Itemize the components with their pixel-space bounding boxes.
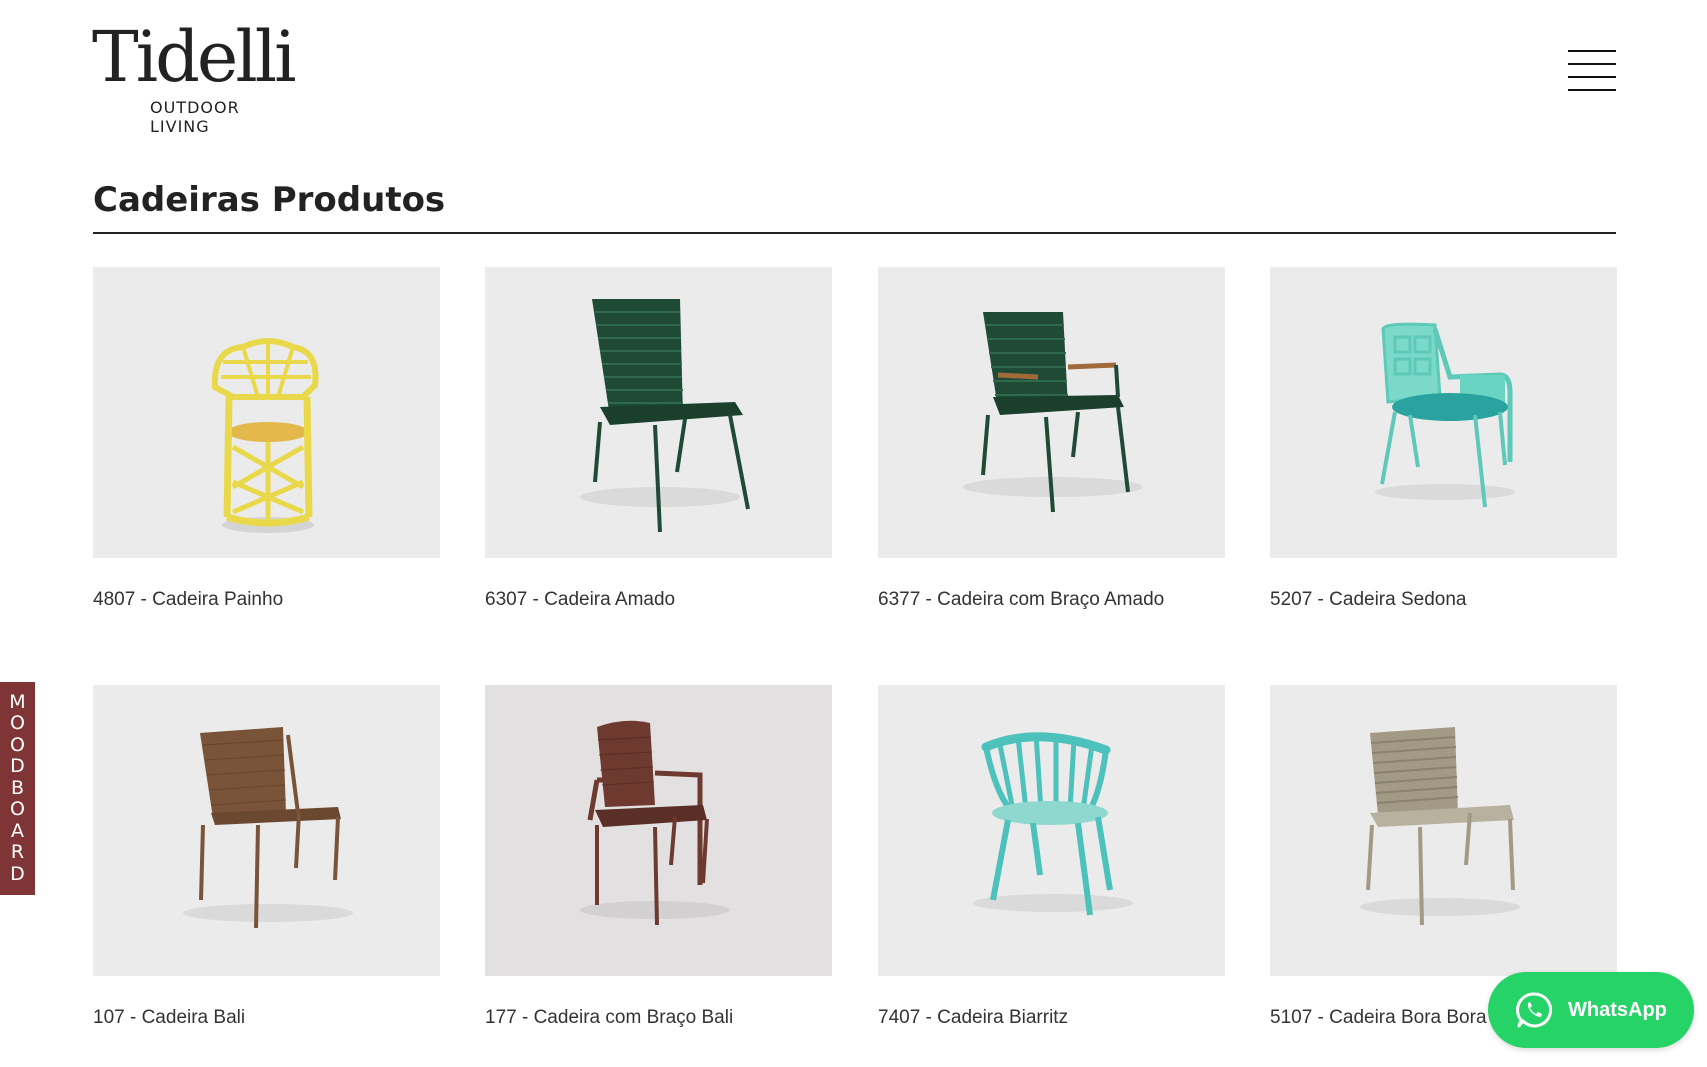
brand-name: Tidelli bbox=[92, 16, 296, 98]
product-card[interactable]: 5207 - Cadeira Sedona bbox=[1270, 267, 1617, 610]
product-label[interactable]: 107 - Cadeira Bali bbox=[93, 1007, 245, 1029]
moodboard-letter: D bbox=[10, 862, 25, 885]
product-card[interactable]: 107 - Cadeira Bali bbox=[93, 685, 440, 1028]
product-image[interactable] bbox=[1270, 685, 1617, 976]
moodboard-letter: O bbox=[10, 733, 25, 756]
product-image[interactable] bbox=[878, 267, 1225, 558]
product-label[interactable]: 5207 - Cadeira Sedona bbox=[1270, 589, 1466, 611]
product-card[interactable]: 5107 - Cadeira Bora Bora bbox=[1270, 685, 1617, 1028]
product-image[interactable] bbox=[485, 267, 832, 558]
brand-tagline: OUTDOOR LIVING bbox=[150, 98, 240, 136]
product-card[interactable]: 7407 - Cadeira Biarritz bbox=[878, 685, 1225, 1028]
product-card[interactable]: 6307 - Cadeira Amado bbox=[485, 267, 832, 610]
product-label[interactable]: 4807 - Cadeira Painho bbox=[93, 589, 283, 611]
moodboard-letter: A bbox=[11, 819, 24, 842]
whatsapp-button[interactable]: WhatsApp bbox=[1488, 972, 1694, 1048]
brand-logo[interactable]: Tidelli OUTDOOR LIVING bbox=[92, 22, 296, 136]
page-title: Cadeiras Produtos bbox=[93, 180, 446, 220]
product-image[interactable] bbox=[485, 685, 832, 976]
product-image[interactable] bbox=[1270, 267, 1617, 558]
hamburger-menu-icon[interactable] bbox=[1568, 50, 1616, 94]
moodboard-letter: O bbox=[10, 712, 25, 735]
product-label[interactable]: 5107 - Cadeira Bora Bora bbox=[1270, 1007, 1487, 1029]
product-image[interactable] bbox=[93, 685, 440, 976]
product-card[interactable]: 177 - Cadeira com Braço Bali bbox=[485, 685, 832, 1028]
product-card[interactable]: 4807 - Cadeira Painho bbox=[93, 267, 440, 610]
product-label[interactable]: 6307 - Cadeira Amado bbox=[485, 589, 675, 611]
moodboard-letter: D bbox=[10, 755, 25, 778]
moodboard-letter: O bbox=[10, 798, 25, 821]
product-label[interactable]: 7407 - Cadeira Biarritz bbox=[878, 1007, 1068, 1029]
whatsapp-icon bbox=[1516, 992, 1553, 1028]
whatsapp-label: WhatsApp bbox=[1568, 998, 1667, 1021]
moodboard-tab[interactable]: M O O D B O A R D bbox=[0, 682, 35, 895]
product-image[interactable] bbox=[878, 685, 1225, 976]
moodboard-letter: B bbox=[10, 776, 25, 799]
product-image[interactable] bbox=[93, 267, 440, 558]
product-card[interactable]: 6377 - Cadeira com Braço Amado bbox=[878, 267, 1225, 610]
product-label[interactable]: 177 - Cadeira com Braço Bali bbox=[485, 1007, 733, 1029]
moodboard-letter: M bbox=[9, 690, 26, 713]
title-divider bbox=[93, 232, 1616, 234]
product-label[interactable]: 6377 - Cadeira com Braço Amado bbox=[878, 589, 1164, 611]
moodboard-letter: R bbox=[10, 841, 25, 864]
